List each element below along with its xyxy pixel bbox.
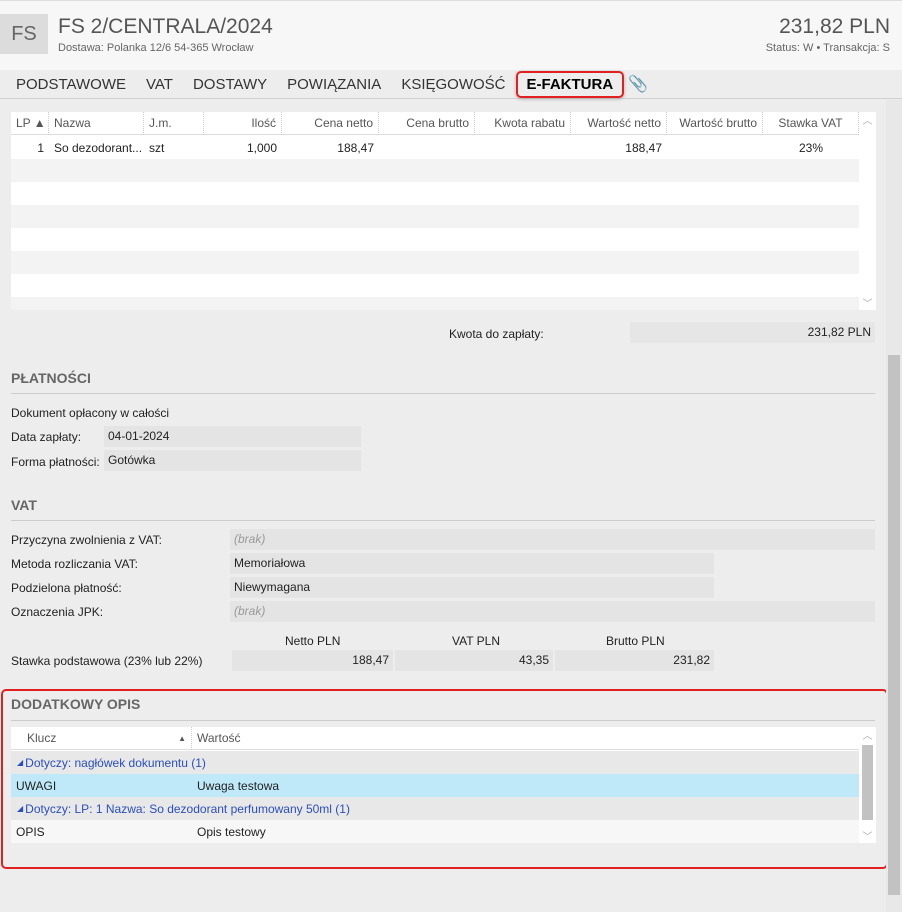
tab-e-faktura[interactable]: E-FAKTURA [515,70,625,98]
collapse-icon[interactable]: ◢ [11,804,25,813]
tab-powiazania[interactable]: POWIĄZANIA [277,76,391,93]
payment-form-label: Forma płatności: [11,455,100,469]
description-table: Klucz ▲ Wartość ◢ Dotyczy: nagłówek dokume… [11,726,876,843]
col-wartosc-netto[interactable]: Wartość netto [571,111,667,135]
cell-lp: 1 [37,140,44,155]
vat-method-label: Metoda rozliczania VAT: [11,557,138,571]
items-table: LP ▲ Nazwa J.m. Ilość Cena netto Cena br… [11,111,876,310]
tab-ksiegowosc[interactable]: KSIĘGOWOŚĆ [391,76,515,93]
divider [11,393,875,394]
col-lp[interactable]: LP ▲ [11,111,49,135]
document-header: FS FS 2/CENTRALA/2024 Dostawa: Polanka 1… [0,0,902,70]
col-stawka-vat[interactable]: Stawka VAT [763,111,859,135]
sort-asc-icon: ▲ [178,733,186,743]
cell-value: Opis testowy [197,824,266,839]
payment-form-field[interactable]: Gotówka [104,450,361,471]
table-header: Klucz ▲ Wartość [11,726,859,750]
chevron-up-icon[interactable]: ︿ [859,112,876,127]
brutto-value: 231,82 [555,650,714,671]
col-klucz[interactable]: Klucz ▲ [11,726,192,750]
scroll-thumb[interactable] [862,745,873,820]
chevron-down-icon[interactable]: ﹀ [859,295,876,310]
cell-stawka-vat: 23% [798,140,824,155]
jpk-label: Oznaczenia JPK: [11,605,104,619]
document-amount: 231,82 PLN [779,15,890,38]
cell-ilosc: 1,000 [246,140,277,155]
netto-value: 188,47 [232,650,393,671]
cell-key: OPIS [16,824,45,839]
col-jm[interactable]: J.m. [144,111,204,135]
col-nazwa[interactable]: Nazwa [49,111,144,135]
paperclip-icon[interactable]: 📎 [628,74,648,94]
tab-podstawowe[interactable]: PODSTAWOWE [6,76,136,93]
table-row[interactable]: OPIS Opis testowy [11,820,859,843]
col-kwota-rabatu[interactable]: Kwota rabatu [475,111,571,135]
tab-vat[interactable]: VAT [136,76,183,93]
vat-reason-field[interactable]: (brak) [230,529,875,550]
total-value: 231,82 PLN [630,322,875,343]
divider [11,520,875,521]
vat-value: 43,35 [395,650,553,671]
empty-row [11,205,859,228]
col-klucz-label: Klucz [27,730,57,745]
group-row[interactable]: ◢ Dotyczy: LP: 1 Nazwa: So dezodorant per… [11,797,859,820]
col-cena-brutto[interactable]: Cena brutto [379,111,475,135]
opis-title: DODATKOWY OPIS [11,696,141,712]
document-status: Status: W • Transakcja: S [765,42,890,54]
table-header: LP ▲ Nazwa J.m. Ilość Cena netto Cena br… [11,111,859,135]
vat-reason-label: Przyczyna zwolnienia z VAT: [11,533,162,547]
chevron-up-icon[interactable]: ︿ [859,727,876,742]
netto-header: Netto PLN [285,634,341,648]
empty-row [11,159,859,182]
group-label: Dotyczy: nagłówek dokumentu (1) [25,755,206,770]
jpk-field[interactable]: (brak) [230,601,875,622]
cell-nazwa: So dezodorant... [54,140,143,155]
cell-jm: szt [149,140,165,155]
cell-cena-netto: 188,47 [337,140,374,155]
table-row[interactable]: UWAGI Uwaga testowa [11,774,859,797]
tab-bar: PODSTAWOWE VAT DOSTAWY POWIĄZANIA KSIĘGO… [0,70,902,99]
divider [11,720,875,721]
split-payment-field[interactable]: Niewymagana [230,577,714,598]
collapse-icon[interactable]: ◢ [11,758,25,767]
col-wartosc-brutto[interactable]: Wartość brutto [667,111,763,135]
description-scrollbar[interactable]: ︿ ﹀ [859,727,876,843]
rate-label: Stawka podstawowa (23% lub 22%) [11,654,203,668]
chevron-down-icon[interactable]: ﹀ [859,828,876,843]
brutto-header: Brutto PLN [606,634,665,648]
tab-dostawy[interactable]: DOSTAWY [183,76,277,93]
col-ilosc[interactable]: Ilość [204,111,282,135]
payments-title: PŁATNOŚCI [11,370,91,386]
vat-title: VAT [11,497,37,513]
group-row[interactable]: ◢ Dotyczy: nagłówek dokumentu (1) [11,751,859,774]
payment-date-label: Data zapłaty: [11,430,82,444]
group-label: Dotyczy: LP: 1 Nazwa: So dezodorant perf… [25,801,350,816]
cell-key: UWAGI [16,778,57,793]
document-title: FS 2/CENTRALA/2024 [58,15,273,38]
total-label: Kwota do zapłaty: [449,327,544,341]
empty-row [11,251,859,274]
cell-value: Uwaga testowa [197,778,280,793]
empty-row [11,297,859,310]
page-scroll-thumb[interactable] [888,355,900,895]
items-scrollbar[interactable]: ︿ ﹀ [859,112,876,310]
col-cena-netto[interactable]: Cena netto [282,111,379,135]
cell-wartosc-netto: 188,47 [625,140,662,155]
payment-date-field[interactable]: 04-01-2024 [104,426,361,447]
vat-header: VAT PLN [452,634,501,648]
vat-method-field[interactable]: Memoriałowa [230,553,714,574]
table-row[interactable]: 1 So dezodorant... szt 1,000 188,47 188,… [11,136,859,159]
col-wartosc[interactable]: Wartość [192,731,246,745]
paid-status: Dokument opłacony w całości [11,406,170,420]
delivery-address: Dostawa: Polanka 12/6 54-365 Wrocław [58,42,254,54]
split-payment-label: Podzielona płatność: [11,581,122,595]
document-type-badge: FS [0,14,48,54]
